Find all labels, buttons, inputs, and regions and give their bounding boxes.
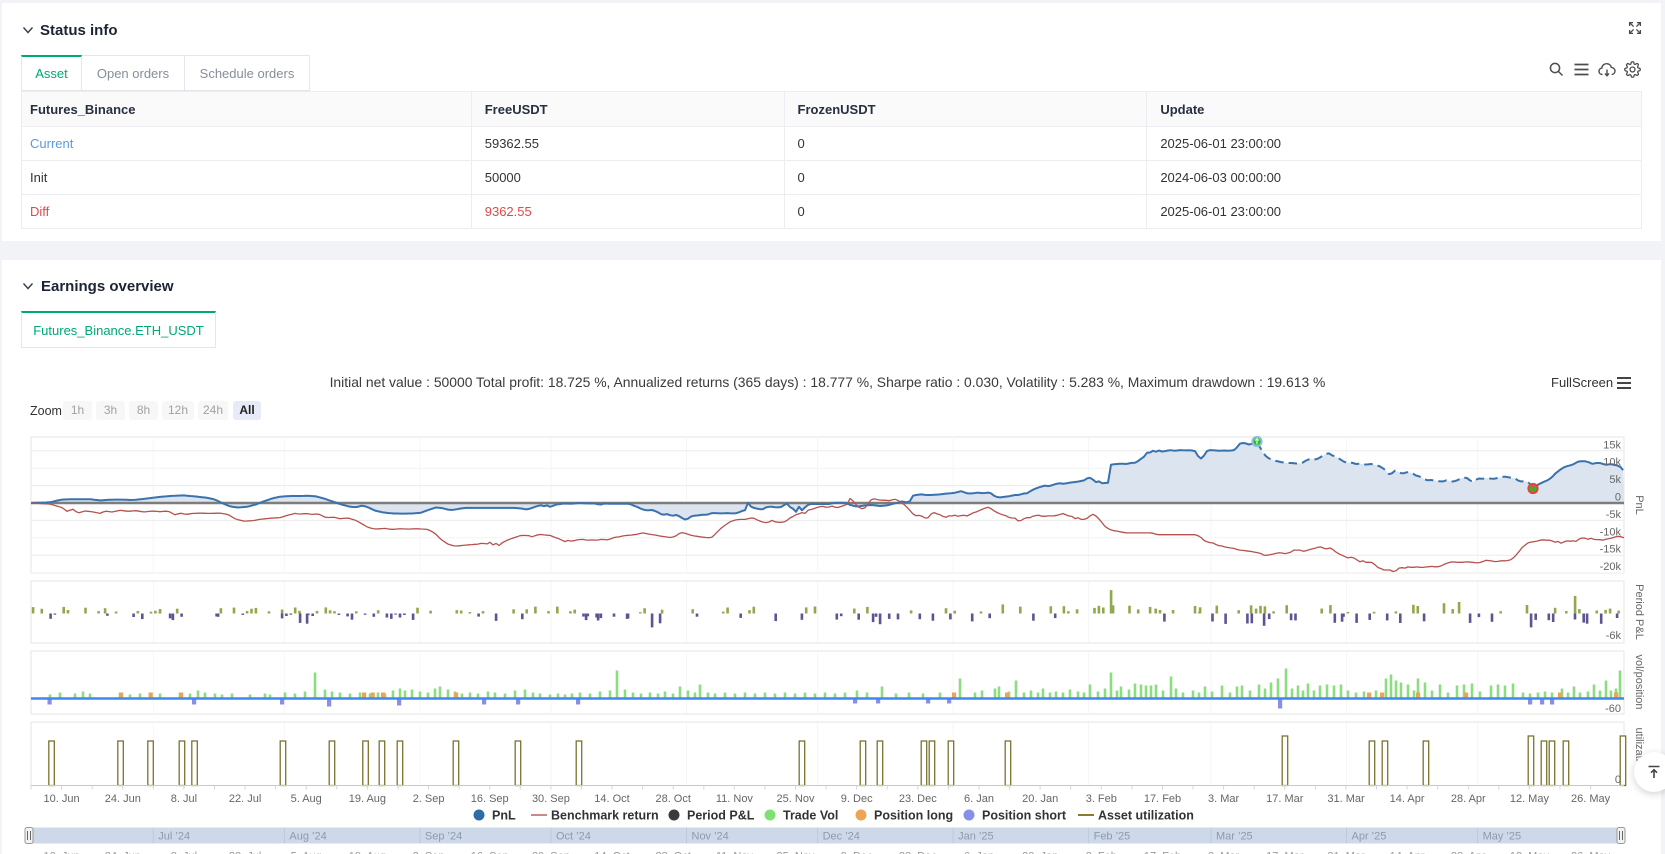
- svg-text:16. Sep: 16. Sep: [471, 851, 509, 854]
- svg-text:3. Mar: 3. Mar: [1208, 793, 1240, 805]
- svg-text:PnL: PnL: [1633, 495, 1645, 515]
- svg-text:17. Mar: 17. Mar: [1266, 793, 1304, 805]
- svg-text:26. May: 26. May: [1571, 793, 1611, 805]
- svg-text:28. Oct: 28. Oct: [655, 851, 690, 854]
- svg-text:Oct ’24: Oct ’24: [556, 831, 591, 843]
- svg-text:Nov ’24: Nov ’24: [692, 831, 729, 843]
- svg-text:11. Nov: 11. Nov: [716, 851, 754, 854]
- svg-text:31. Mar: 31. Mar: [1327, 851, 1365, 854]
- svg-text:14. Oct: 14. Oct: [594, 793, 629, 805]
- svg-text:Aug ’24: Aug ’24: [289, 831, 326, 843]
- svg-text:28. Oct: 28. Oct: [655, 793, 690, 805]
- svg-text:17. Feb: 17. Feb: [1144, 851, 1181, 854]
- svg-text:8. Jul: 8. Jul: [171, 793, 197, 805]
- svg-text:14. Apr: 14. Apr: [1390, 851, 1425, 854]
- svg-text:19. Aug: 19. Aug: [349, 851, 386, 854]
- svg-text:-10k: -10k: [1600, 526, 1622, 538]
- svg-text:17. Mar: 17. Mar: [1266, 851, 1304, 854]
- svg-text:3. Mar: 3. Mar: [1208, 851, 1240, 854]
- svg-text:16. Sep: 16. Sep: [471, 793, 509, 805]
- svg-text:-6k: -6k: [1606, 630, 1622, 642]
- svg-text:23. Dec: 23. Dec: [899, 851, 937, 854]
- svg-text:Sep ’24: Sep ’24: [425, 831, 462, 843]
- svg-text:10. Jun: 10. Jun: [44, 793, 80, 805]
- svg-text:3. Feb: 3. Feb: [1086, 851, 1117, 854]
- svg-text:5k: 5k: [1609, 474, 1621, 486]
- svg-text:31. Mar: 31. Mar: [1327, 793, 1365, 805]
- svg-text:24. Jun: 24. Jun: [105, 851, 141, 854]
- svg-text:-15k: -15k: [1600, 544, 1622, 556]
- svg-text:PnL: PnL: [492, 809, 516, 823]
- svg-text:26. May: 26. May: [1571, 851, 1611, 854]
- svg-text:8. Jul: 8. Jul: [171, 851, 197, 854]
- svg-text:6. Jan: 6. Jan: [964, 851, 994, 854]
- svg-text:2. Sep: 2. Sep: [413, 851, 445, 854]
- svg-text:3. Feb: 3. Feb: [1086, 793, 1117, 805]
- svg-text:-20k: -20k: [1600, 561, 1622, 573]
- svg-text:28. Apr: 28. Apr: [1451, 793, 1486, 805]
- svg-text:17. Feb: 17. Feb: [1144, 793, 1181, 805]
- svg-text:15k: 15k: [1603, 439, 1621, 451]
- svg-text:30. Sep: 30. Sep: [532, 851, 570, 854]
- svg-text:-5k: -5k: [1606, 509, 1622, 521]
- svg-text:9. Dec: 9. Dec: [841, 793, 873, 805]
- svg-text:Trade Vol: Trade Vol: [783, 809, 838, 823]
- svg-text:30. Sep: 30. Sep: [532, 793, 570, 805]
- svg-text:9. Dec: 9. Dec: [841, 851, 873, 854]
- svg-text:20. Jan: 20. Jan: [1022, 793, 1058, 805]
- svg-text:28. Apr: 28. Apr: [1451, 851, 1486, 854]
- svg-text:5. Aug: 5. Aug: [291, 793, 322, 805]
- svg-text:14. Apr: 14. Apr: [1390, 793, 1425, 805]
- svg-text:12. May: 12. May: [1510, 793, 1550, 805]
- svg-text:Position short: Position short: [982, 809, 1067, 823]
- svg-text:May ’25: May ’25: [1483, 831, 1522, 843]
- svg-text:Mar ’25: Mar ’25: [1216, 831, 1253, 843]
- svg-text:Jul ’24: Jul ’24: [158, 831, 190, 843]
- svg-text:25. Nov: 25. Nov: [777, 793, 815, 805]
- svg-text:19. Aug: 19. Aug: [349, 793, 386, 805]
- svg-text:0: 0: [1615, 774, 1621, 786]
- svg-text:Feb ’25: Feb ’25: [1094, 831, 1131, 843]
- svg-text:11. Nov: 11. Nov: [716, 793, 754, 805]
- svg-text:10. Jun: 10. Jun: [44, 851, 80, 854]
- svg-text:6. Jan: 6. Jan: [964, 793, 994, 805]
- svg-text:-60: -60: [1605, 703, 1621, 715]
- svg-text:Asset utilization: Asset utilization: [1098, 809, 1194, 823]
- svg-text:Position long: Position long: [874, 809, 953, 823]
- svg-text:Jan ’25: Jan ’25: [958, 831, 993, 843]
- svg-text:22. Jul: 22. Jul: [229, 851, 261, 854]
- svg-text:20. Jan: 20. Jan: [1022, 851, 1058, 854]
- svg-text:10k: 10k: [1603, 457, 1621, 469]
- svg-text:0: 0: [1615, 492, 1621, 504]
- svg-text:vol/position: vol/position: [1633, 654, 1645, 709]
- svg-text:24. Jun: 24. Jun: [105, 793, 141, 805]
- svg-text:Benchmark return: Benchmark return: [551, 809, 659, 823]
- svg-text:Apr ’25: Apr ’25: [1352, 831, 1387, 843]
- svg-text:Dec ’24: Dec ’24: [823, 831, 860, 843]
- svg-text:Period P&L: Period P&L: [687, 809, 755, 823]
- svg-text:23. Dec: 23. Dec: [899, 793, 937, 805]
- svg-text:14. Oct: 14. Oct: [594, 851, 629, 854]
- svg-text:2. Sep: 2. Sep: [413, 793, 445, 805]
- svg-text:Period P&L: Period P&L: [1633, 584, 1645, 640]
- svg-text:25. Nov: 25. Nov: [777, 851, 815, 854]
- svg-text:12. May: 12. May: [1510, 851, 1550, 854]
- svg-text:5. Aug: 5. Aug: [291, 851, 322, 854]
- svg-text:22. Jul: 22. Jul: [229, 793, 261, 805]
